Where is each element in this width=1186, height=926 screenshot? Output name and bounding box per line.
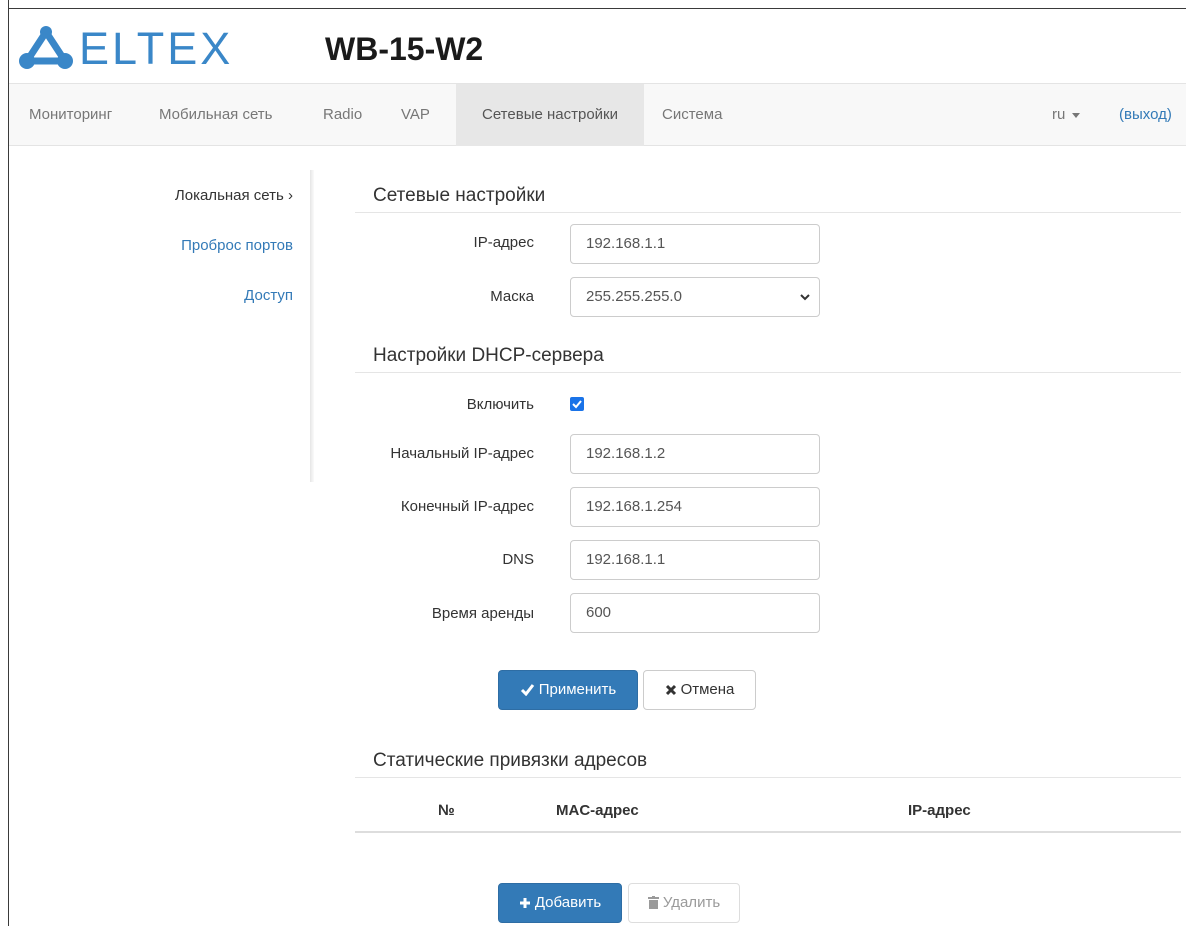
dhcp-enable-checkbox[interactable]	[570, 397, 584, 411]
logo-mark-icon	[19, 26, 73, 69]
check-icon	[520, 684, 534, 697]
language-dropdown[interactable]: ru	[1052, 84, 1081, 146]
dhcp-settings-title: Настройки DHCP-сервера	[373, 345, 604, 366]
end-ip-label: Конечный IP-адрес	[400, 498, 534, 515]
lease-time-input[interactable]: 600	[570, 593, 820, 633]
sidebar-divider	[310, 170, 314, 482]
sidebar-item-local-network[interactable]: Локальная сеть ›	[175, 187, 293, 204]
end-ip-input[interactable]: 192.168.1.254	[570, 487, 820, 527]
dns-label: DNS	[502, 551, 534, 568]
chevron-down-icon	[800, 294, 810, 301]
table-header-divider	[355, 831, 1181, 833]
nav-monitoring[interactable]: Мониторинг	[19, 84, 122, 146]
nav-system[interactable]: Система	[652, 84, 732, 146]
dns-input[interactable]: 192.168.1.1	[570, 540, 820, 580]
ip-address-input[interactable]: 192.168.1.1	[570, 224, 820, 264]
start-ip-input[interactable]: 192.168.1.2	[570, 434, 820, 474]
section-divider	[355, 777, 1181, 778]
nav-mobile-network[interactable]: Мобильная сеть	[149, 84, 283, 146]
header: ELTEX WB-15-W2	[9, 9, 1186, 83]
lease-time-label: Время аренды	[431, 605, 534, 622]
mask-label: Маска	[490, 288, 534, 305]
cancel-button-label: Отмена	[680, 681, 735, 698]
column-header-number: №	[438, 802, 455, 819]
top-navbar: Мониторинг Мобильная сеть Radio VAP Сете…	[9, 83, 1186, 146]
add-button-label: Добавить	[534, 894, 602, 911]
nav-network-settings[interactable]: Сетевые настройки	[456, 84, 644, 146]
close-icon	[665, 684, 676, 696]
nav-label: Сетевые настройки	[482, 106, 618, 123]
eltex-logo: ELTEX	[17, 23, 317, 71]
add-binding-button[interactable]: Добавить	[498, 883, 622, 923]
logo-text: ELTEX	[79, 23, 234, 74]
section-divider	[355, 212, 1181, 213]
nav-label: Система	[662, 106, 723, 123]
nav-label: Мобильная сеть	[159, 106, 273, 123]
delete-binding-button[interactable]: Удалить	[628, 883, 740, 923]
caret-down-icon	[1072, 112, 1081, 118]
network-settings-title: Сетевые настройки	[373, 185, 546, 206]
dhcp-enable-label: Включить	[466, 396, 534, 413]
column-header-mac: MAC-адрес	[556, 802, 639, 819]
column-header-ip: IP-адрес	[908, 802, 971, 819]
nav-radio[interactable]: Radio	[313, 84, 372, 146]
cancel-button[interactable]: Отмена	[643, 670, 756, 710]
nav-vap[interactable]: VAP	[391, 84, 440, 146]
nav-label: Radio	[323, 106, 363, 123]
section-divider	[355, 372, 1181, 373]
checkmark-icon	[572, 400, 582, 409]
nav-label: VAP	[401, 106, 430, 123]
ip-address-label: IP-адрес	[473, 234, 534, 251]
plus-icon	[519, 898, 530, 908]
sidebar-item-access[interactable]: Доступ	[244, 287, 293, 304]
nav-label: Мониторинг	[29, 106, 113, 123]
apply-button[interactable]: Применить	[498, 670, 638, 710]
logout-link[interactable]: (выход)	[1119, 84, 1172, 146]
start-ip-label: Начальный IP-адрес	[390, 445, 534, 462]
apply-button-label: Применить	[538, 681, 617, 698]
sidebar-item-port-forwarding[interactable]: Проброс портов	[181, 237, 293, 254]
device-model-title: WB-15-W2	[325, 31, 484, 67]
language-label: ru	[1052, 106, 1066, 123]
delete-button-label: Удалить	[662, 894, 721, 911]
mask-selected-value: 255.255.255.0	[586, 288, 682, 305]
trash-icon	[647, 896, 659, 909]
mask-select[interactable]: 255.255.255.0	[570, 277, 820, 317]
static-bindings-title: Статические привязки адресов	[373, 750, 648, 771]
